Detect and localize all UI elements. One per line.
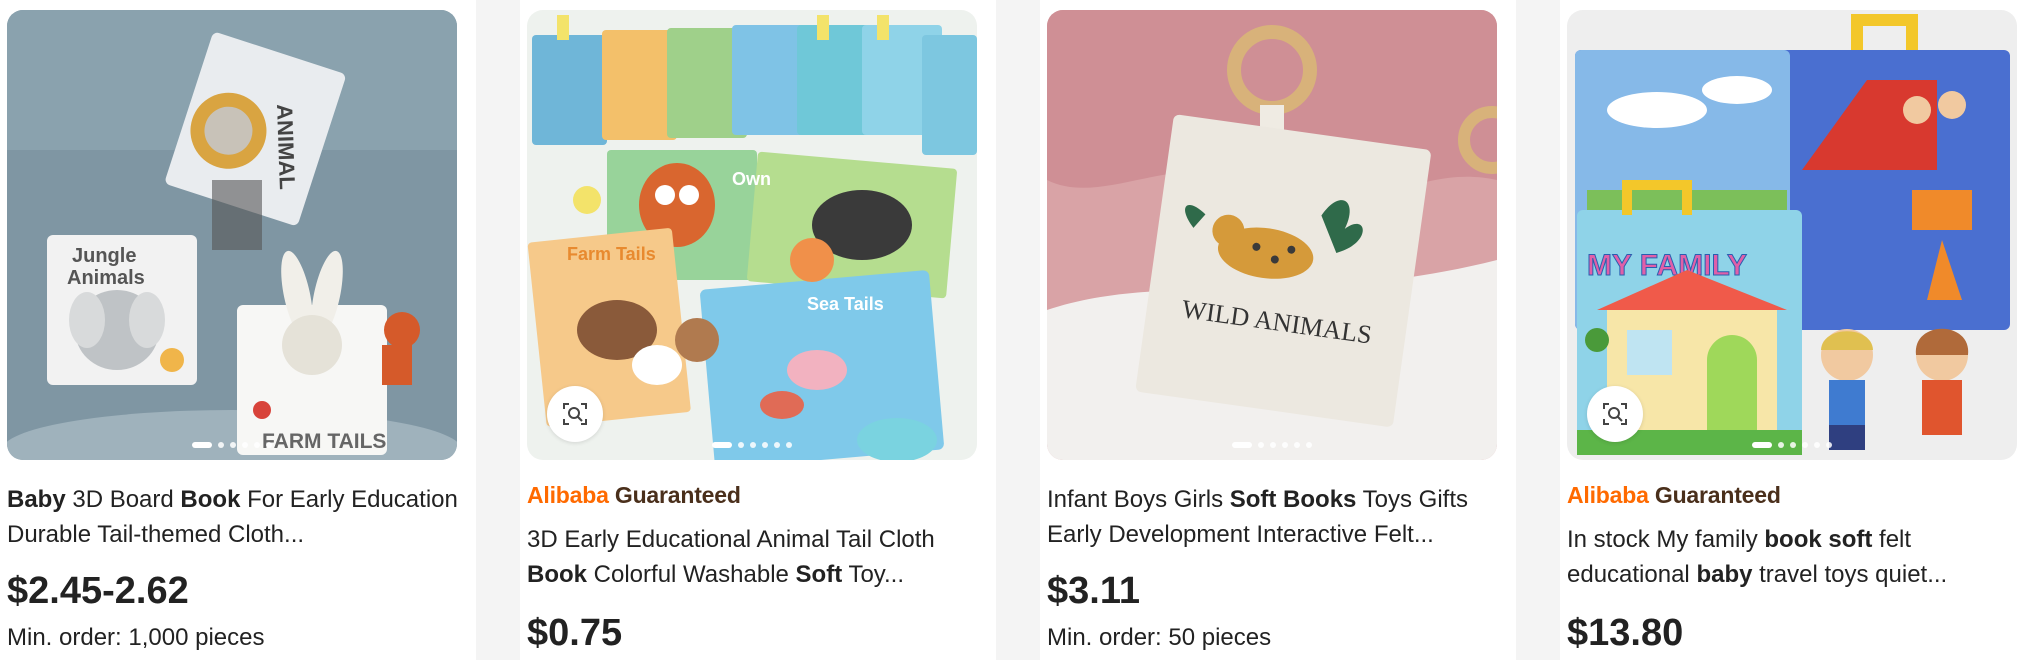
title-text: Infant Boys Girls <box>1047 486 1230 513</box>
photo-text: Farm Tails <box>567 244 656 264</box>
alibaba-guaranteed-badge: Alibaba Guaranteed <box>527 482 741 509</box>
photo-text: Jungle <box>72 245 136 267</box>
product-title[interactable]: Infant Boys Girls Soft Books Toys Gifts … <box>1047 482 1502 552</box>
carousel-dots[interactable] <box>712 442 792 448</box>
title-keyword: Soft Books <box>1229 486 1357 513</box>
product-image[interactable]: MY FAMILY <box>1567 10 2017 460</box>
carousel-dot[interactable] <box>738 442 744 448</box>
photo-text: ANIMAL <box>272 104 300 190</box>
alibaba-guaranteed-badge: Alibaba Guaranteed <box>1567 482 1781 509</box>
title-text: 3D Early Educational Animal Tail Cloth <box>527 526 935 553</box>
product-price: $3.11 <box>1047 570 1140 612</box>
carousel-dot[interactable] <box>750 442 756 448</box>
product-photo: ANIMAL Jungle Animals FARM TAILS <box>7 10 457 460</box>
product-card[interactable]: WILD ANIMALS Infant Boys Girls Soft Book… <box>1040 0 1516 660</box>
photo-text: Sea Tails <box>807 294 884 314</box>
title-text: travel toys quiet... <box>1752 561 1948 588</box>
title-keyword: Book <box>527 561 587 588</box>
carousel-dot[interactable] <box>192 442 212 448</box>
photo-text: MY FAMILY <box>1587 249 1747 282</box>
carousel-dots[interactable] <box>192 442 272 448</box>
carousel-dot[interactable] <box>712 442 732 448</box>
product-card[interactable]: ANIMAL Jungle Animals FARM TAILS Baby 3D… <box>0 0 476 660</box>
title-text: 3D Board <box>65 486 181 513</box>
product-image[interactable]: WILD ANIMALS <box>1047 10 1497 460</box>
carousel-dot[interactable] <box>218 442 224 448</box>
carousel-dot[interactable] <box>1802 442 1808 448</box>
carousel-dot[interactable] <box>1258 442 1264 448</box>
carousel-dot[interactable] <box>1282 442 1288 448</box>
image-search-icon <box>1603 403 1627 425</box>
carousel-dot[interactable] <box>1790 442 1796 448</box>
product-title[interactable]: In stock My family book soft felt educat… <box>1567 522 2022 592</box>
product-photo: WILD ANIMALS <box>1047 10 1497 460</box>
title-text: Colorful Washable <box>587 561 796 588</box>
photo-text: Own <box>732 169 771 189</box>
product-title[interactable]: Baby 3D Board Book For Early Education D… <box>7 482 462 552</box>
guarantee-word: Guaranteed <box>614 482 741 508</box>
product-grid: ANIMAL Jungle Animals FARM TAILS Baby 3D… <box>0 0 2026 660</box>
image-search-button[interactable] <box>1587 386 1643 442</box>
min-order: Min. order: 1,000 pieces <box>7 624 265 651</box>
photo-text: Animals <box>67 267 145 289</box>
title-keyword: Baby <box>7 486 66 513</box>
title-keyword: Book <box>180 486 241 513</box>
photo-text: FARM TAILS <box>262 430 386 453</box>
carousel-dot[interactable] <box>242 442 248 448</box>
carousel-dot[interactable] <box>254 442 260 448</box>
guarantee-brand: Alibaba <box>1567 482 1649 508</box>
carousel-dot[interactable] <box>1306 442 1312 448</box>
carousel-dot[interactable] <box>230 442 236 448</box>
carousel-dots[interactable] <box>1752 442 1832 448</box>
title-keyword: baby <box>1696 561 1753 588</box>
carousel-dot[interactable] <box>774 442 780 448</box>
image-search-icon <box>563 403 587 425</box>
carousel-dots[interactable] <box>1232 442 1312 448</box>
image-search-button[interactable] <box>547 386 603 442</box>
product-image[interactable]: Own Farm Tails Sea Tails <box>527 10 977 460</box>
carousel-dot[interactable] <box>1270 442 1276 448</box>
carousel-dot[interactable] <box>1752 442 1772 448</box>
product-price: $2.45-2.62 <box>7 570 189 612</box>
product-image[interactable]: ANIMAL Jungle Animals FARM TAILS <box>7 10 457 460</box>
product-photo: MY FAMILY <box>1567 10 2017 460</box>
carousel-dot[interactable] <box>266 442 272 448</box>
product-card[interactable]: MY FAMILY Alibaba Guaranteed In stock My… <box>1560 0 2026 660</box>
product-price: $0.75 <box>527 612 623 654</box>
guarantee-word: Guaranteed <box>1654 482 1781 508</box>
carousel-dot[interactable] <box>762 442 768 448</box>
carousel-dot[interactable] <box>1232 442 1252 448</box>
title-text: Toy... <box>842 561 905 588</box>
product-photo: Own Farm Tails Sea Tails <box>527 10 977 460</box>
min-order: Min. order: 50 pieces <box>1047 624 1272 651</box>
carousel-dot[interactable] <box>786 442 792 448</box>
title-keyword: book soft <box>1764 526 1873 553</box>
carousel-dot[interactable] <box>1826 442 1832 448</box>
title-keyword: Soft <box>795 561 843 588</box>
product-card[interactable]: Own Farm Tails Sea Tails Alibaba Guarant… <box>520 0 996 660</box>
carousel-dot[interactable] <box>1778 442 1784 448</box>
carousel-dot[interactable] <box>1294 442 1300 448</box>
title-text: In stock My family <box>1567 526 1765 553</box>
product-title[interactable]: 3D Early Educational Animal Tail Cloth B… <box>527 522 982 592</box>
guarantee-brand: Alibaba <box>527 482 609 508</box>
carousel-dot[interactable] <box>1814 442 1820 448</box>
product-price: $13.80 <box>1567 612 1684 654</box>
